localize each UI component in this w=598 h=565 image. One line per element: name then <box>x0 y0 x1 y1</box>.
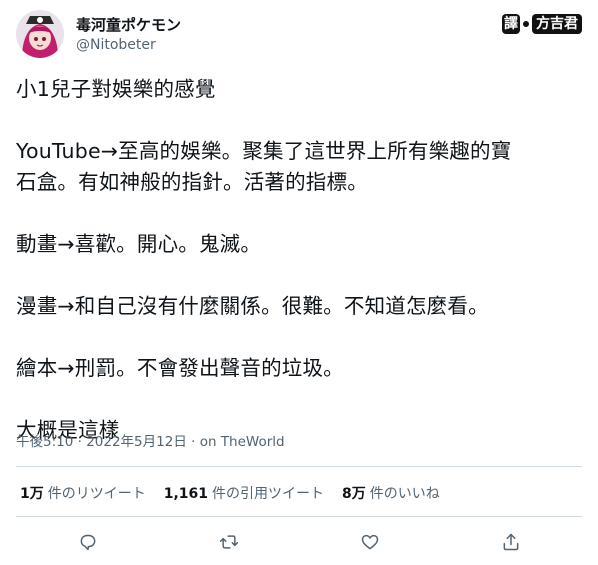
retweet-icon <box>219 535 239 549</box>
tweet-line: YouTube→至高的娛樂。聚集了這世界上所有樂趣的寶 <box>16 139 512 163</box>
avatar[interactable] <box>16 10 64 58</box>
meta-separator: · <box>73 434 87 450</box>
tweet-timestamp: 午後5:10 · 2022年5月12日 · on TheWorld <box>16 430 285 450</box>
avatar-anime-girl-icon <box>16 10 64 58</box>
username-handle[interactable]: @Nitobeter <box>76 36 156 54</box>
translator-watermark: 譯 方吉君 <box>502 14 582 34</box>
tweet-source: · on TheWorld <box>186 434 285 450</box>
stat-number: 1万 <box>20 486 44 502</box>
tweet-date[interactable]: 2022年5月12日 <box>86 434 187 450</box>
share-icon <box>503 533 519 551</box>
tweet-line: 動畫→喜歡。開心。鬼滅。 <box>16 232 262 256</box>
divider <box>16 466 582 467</box>
display-name[interactable]: 毒河童ポケモン <box>76 16 181 34</box>
translator-name: 方吉君 <box>532 14 582 34</box>
tweet-time[interactable]: 午後5:10 <box>16 434 73 450</box>
action-bar <box>0 530 598 554</box>
tweet-line: 漫畫→和自己沒有什麼關係。很難。不知道怎麼看。 <box>16 294 489 318</box>
stat-number: 1,161 <box>163 486 209 502</box>
like-icon <box>361 534 379 550</box>
like-button[interactable] <box>358 530 382 554</box>
engagement-stats: 1万 件のリツイート 1,161 件の引用ツイート 8万 件のいいね <box>20 483 440 503</box>
translator-label: 譯 <box>502 14 520 34</box>
tweet-text: 小1兒子對娛樂的感覺 YouTube→至高的娛樂。聚集了這世界上所有樂趣的寶 石… <box>16 74 582 446</box>
stat-number: 8万 <box>342 486 366 502</box>
share-button[interactable] <box>499 530 523 554</box>
tweet-line: 小1兒子對娛樂的感覺 <box>16 77 216 101</box>
tweet-line: 繪本→刑罰。不會發出聲音的垃圾。 <box>16 356 344 380</box>
like-count[interactable]: 8万 件のいいね <box>342 483 440 503</box>
quote-tweet-count[interactable]: 1,161 件の引用ツイート <box>164 483 324 503</box>
retweet-button[interactable] <box>217 530 241 554</box>
stat-label: 件のリツイート <box>47 486 146 502</box>
divider <box>16 516 582 517</box>
reply-icon <box>80 534 96 551</box>
reply-button[interactable] <box>76 530 100 554</box>
stat-label: 件の引用ツイート <box>212 486 325 502</box>
translator-separator <box>523 21 529 27</box>
stat-label: 件のいいね <box>369 486 440 502</box>
tweet-line: 石盒。有如神般的指針。活著的指標。 <box>16 170 368 194</box>
retweet-count[interactable]: 1万 件のリツイート <box>20 483 146 503</box>
